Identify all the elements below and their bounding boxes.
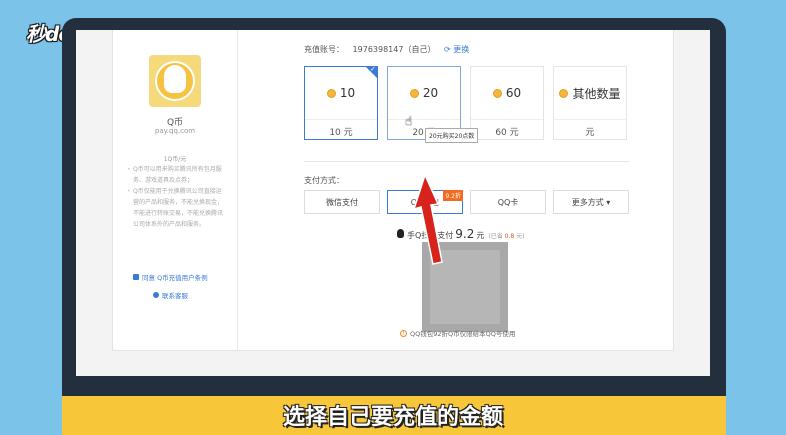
subtitle-caption: 选择自己要充值的金额 (282, 405, 503, 430)
red-arrow-annotation (412, 172, 443, 265)
